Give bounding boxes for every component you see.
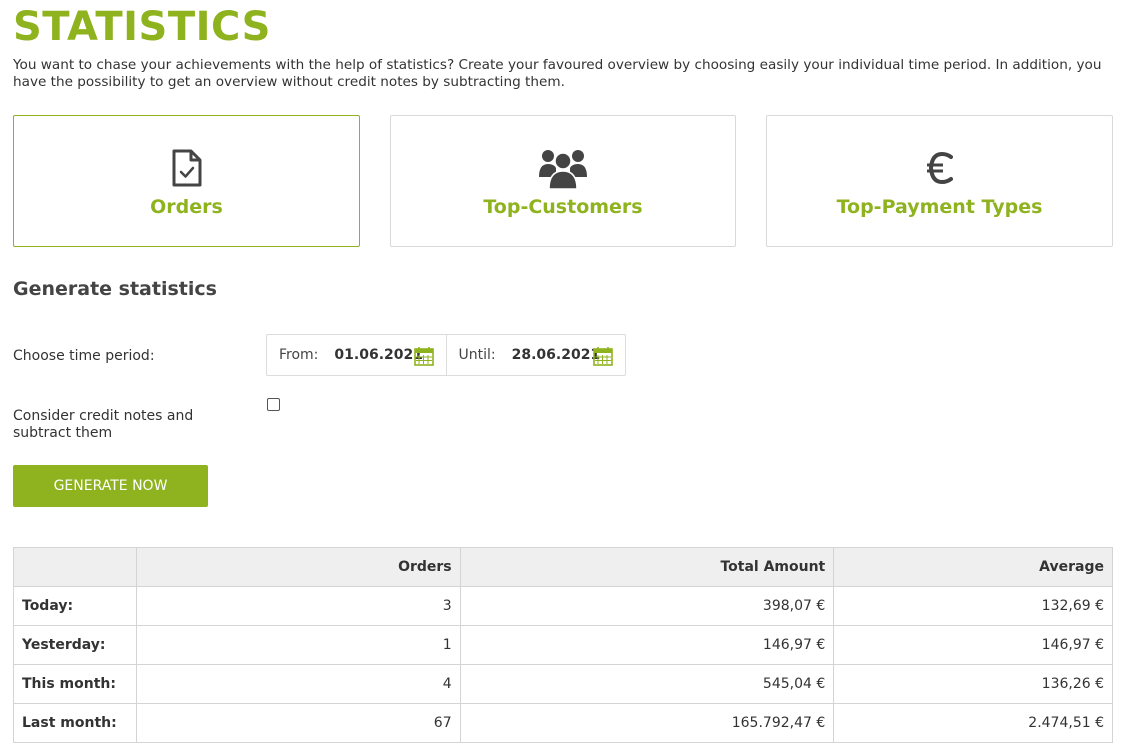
- until-value[interactable]: 28.06.2021: [512, 347, 601, 363]
- euro-icon: [767, 146, 1112, 190]
- average-cell: 132,69 €: [833, 586, 1113, 626]
- tile-top-customers[interactable]: Top-Customers: [390, 115, 736, 247]
- statistics-table: Orders Total Amount Average Today: 3 398…: [13, 547, 1113, 743]
- row-label: This month:: [13, 664, 137, 704]
- table-row: Last month: 67 165.792,47 € 2.474,51 €: [13, 703, 1113, 743]
- credit-notes-checkbox[interactable]: [267, 398, 280, 411]
- table-header-row: Orders Total Amount Average: [13, 547, 1113, 587]
- table-row: Yesterday: 1 146,97 € 146,97 €: [13, 625, 1113, 665]
- page-title: STATISTICS: [13, 4, 271, 50]
- generate-now-button[interactable]: GENERATE NOW: [13, 465, 208, 507]
- until-date-field[interactable]: Until: 28.06.2021: [445, 335, 626, 375]
- average-cell: 136,26 €: [833, 664, 1113, 704]
- until-label: Until:: [458, 347, 496, 363]
- total-amount-cell: 545,04 €: [459, 664, 835, 704]
- average-cell: 146,97 €: [833, 625, 1113, 665]
- from-date-field[interactable]: From: 01.06.2021: [267, 335, 446, 375]
- orders-cell: 4: [135, 664, 461, 704]
- table-row: This month: 4 545,04 € 136,26 €: [13, 664, 1113, 704]
- total-amount-cell: 398,07 €: [459, 586, 835, 626]
- users-icon: [391, 146, 735, 190]
- table-row: Today: 3 398,07 € 132,69 €: [13, 586, 1113, 626]
- orders-cell: 1: [135, 625, 461, 665]
- average-cell: 2.474,51 €: [833, 703, 1113, 743]
- calendar-icon[interactable]: [413, 346, 434, 370]
- calendar-icon[interactable]: [593, 346, 613, 370]
- row-label: Today:: [13, 586, 137, 626]
- total-amount-cell: 165.792,47 €: [459, 703, 835, 743]
- from-value[interactable]: 01.06.2021: [334, 347, 423, 363]
- from-label: From:: [279, 347, 319, 363]
- section-title: Generate statistics: [13, 278, 217, 300]
- tile-label: Orders: [150, 196, 223, 218]
- tile-label: Top-Customers: [483, 196, 643, 218]
- document-check-icon: [14, 146, 359, 190]
- total-amount-cell: 146,97 €: [459, 625, 835, 665]
- column-header-orders: Orders: [135, 547, 461, 587]
- row-label: Yesterday:: [13, 625, 137, 665]
- intro-text: You want to chase your achievements with…: [13, 57, 1102, 90]
- tile-label: Top-Payment Types: [836, 196, 1043, 218]
- time-period-label: Choose time period:: [13, 348, 155, 364]
- column-header: [13, 547, 137, 587]
- column-header-average: Average: [833, 547, 1113, 587]
- orders-cell: 67: [135, 703, 461, 743]
- credit-notes-label: Consider credit notes and subtract them: [13, 408, 194, 441]
- tile-top-payment-types[interactable]: Top-Payment Types: [766, 115, 1113, 247]
- date-range: From: 01.06.2021 Until: 28.06.2021: [266, 334, 626, 376]
- row-label: Last month:: [13, 703, 137, 743]
- column-header-total-amount: Total Amount: [459, 547, 835, 587]
- tile-orders[interactable]: Orders: [13, 115, 360, 247]
- orders-cell: 3: [135, 586, 461, 626]
